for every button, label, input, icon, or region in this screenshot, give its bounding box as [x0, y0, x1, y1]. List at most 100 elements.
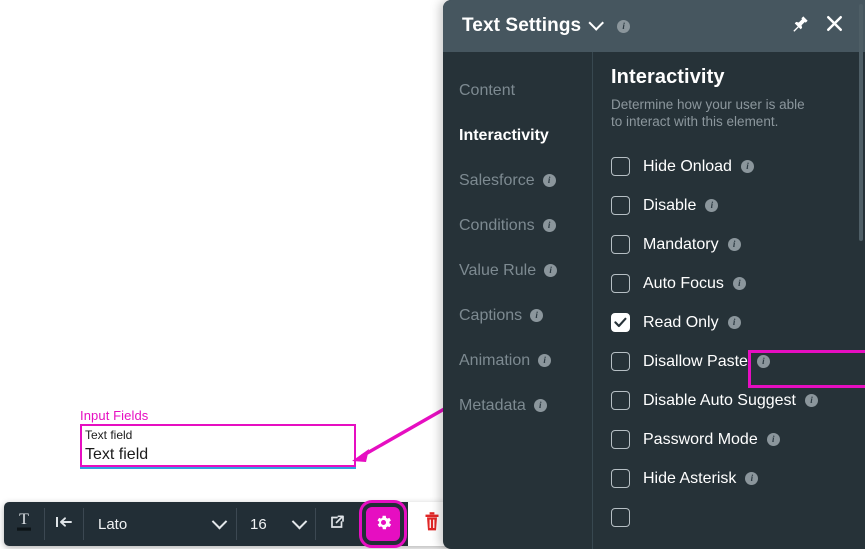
nav-item-metadata[interactable]: Metadata i: [443, 383, 592, 428]
option-read-only[interactable]: Read Only i: [611, 303, 865, 342]
text-format-button[interactable]: T: [4, 502, 44, 546]
check-icon: [614, 317, 627, 328]
checkbox[interactable]: [611, 235, 630, 254]
panel-nav: Content Interactivity Salesforce i Condi…: [443, 52, 593, 549]
option-disallow-paste[interactable]: Disallow Paste i: [611, 342, 865, 381]
info-icon[interactable]: i: [544, 264, 558, 277]
info-icon[interactable]: i: [617, 19, 631, 33]
option-label: Mandatory: [643, 235, 719, 253]
checkbox[interactable]: [611, 157, 630, 176]
info-icon[interactable]: i: [732, 277, 746, 290]
pin-icon: [792, 15, 809, 37]
open-external-button[interactable]: [316, 502, 358, 546]
option-disable[interactable]: Disable i: [611, 186, 865, 225]
nav-item-captions[interactable]: Captions i: [443, 293, 592, 338]
nav-item-conditions[interactable]: Conditions i: [443, 203, 592, 248]
checkbox[interactable]: [611, 274, 630, 293]
checkbox[interactable]: [611, 352, 630, 371]
panel-content: Interactivity Determine how your user is…: [593, 52, 865, 549]
option-auto-focus[interactable]: Auto Focus i: [611, 264, 865, 303]
option-label: Disable: [643, 196, 697, 214]
chevron-down-icon: [211, 513, 228, 529]
element-toolbar[interactable]: T Lato 16: [4, 500, 456, 548]
align-left-button[interactable]: [45, 502, 83, 546]
nav-item-label: Interactivity: [459, 126, 549, 144]
trash-icon: [422, 511, 442, 538]
panel-scrollbar[interactable]: [859, 4, 863, 241]
input-field-box[interactable]: Text field Text field: [80, 424, 356, 469]
input-field-underline: [80, 467, 356, 469]
chevron-down-icon[interactable]: [588, 14, 605, 31]
content-subtitle: Determine how your user is able to inter…: [611, 97, 805, 129]
info-icon[interactable]: i: [533, 399, 547, 412]
option-label: Read Only: [643, 313, 719, 331]
info-icon[interactable]: i: [727, 316, 741, 329]
option-label: Disable Auto Suggest: [643, 391, 796, 409]
input-fields-widget[interactable]: Input Fields Text field Text field: [80, 408, 356, 469]
align-left-icon: [54, 514, 74, 535]
info-icon[interactable]: i: [805, 394, 818, 407]
nav-item-label: Conditions: [459, 216, 535, 234]
option-mandatory[interactable]: Mandatory i: [611, 225, 865, 264]
font-size-select[interactable]: 16: [237, 502, 315, 546]
info-icon[interactable]: i: [530, 309, 544, 322]
text-settings-panel[interactable]: Text Settings i Content Interactivity Sa…: [443, 0, 865, 549]
option-disable-auto-suggest[interactable]: Disable Auto Suggest i: [611, 381, 865, 420]
info-icon[interactable]: i: [766, 433, 780, 446]
nav-item-label: Salesforce: [459, 171, 535, 189]
nav-item-animation[interactable]: Animation i: [443, 338, 592, 383]
panel-body: Content Interactivity Salesforce i Condi…: [443, 52, 865, 549]
checkbox[interactable]: [611, 196, 630, 215]
font-family-select[interactable]: Lato: [84, 502, 236, 546]
font-size-value: 16: [250, 515, 267, 533]
nav-item-label: Animation: [459, 351, 531, 369]
pin-button[interactable]: [785, 11, 815, 41]
nav-item-label: Content: [459, 81, 516, 99]
option-label: Hide Onload: [643, 157, 732, 175]
option-hide-asterisk[interactable]: Hide Asterisk i: [611, 459, 865, 498]
checkbox[interactable]: [611, 313, 630, 332]
nav-item-label: Value Rule: [459, 261, 537, 279]
chevron-down-icon: [291, 513, 308, 529]
info-icon[interactable]: i: [745, 472, 759, 485]
nav-item-content[interactable]: Content: [443, 68, 592, 113]
checkbox[interactable]: [611, 508, 630, 527]
option-row-partial[interactable]: [611, 498, 865, 537]
panel-title: Text Settings: [462, 15, 582, 36]
info-icon[interactable]: i: [756, 355, 770, 368]
content-heading: Interactivity: [611, 66, 725, 88]
nav-item-salesforce[interactable]: Salesforce i: [443, 158, 592, 203]
interactivity-options-list: Hide Onload i Disable i Mandatory i Auto…: [611, 147, 865, 537]
gear-icon: [374, 513, 393, 535]
option-label: Disallow Paste: [643, 352, 748, 370]
option-label: Auto Focus: [643, 274, 724, 292]
svg-text:T: T: [19, 511, 29, 528]
info-icon[interactable]: i: [705, 199, 719, 212]
settings-gear-button[interactable]: [359, 500, 407, 548]
info-icon[interactable]: i: [727, 238, 741, 251]
close-icon: [825, 14, 844, 38]
info-icon[interactable]: i: [538, 354, 552, 367]
nav-item-value-rule[interactable]: Value Rule i: [443, 248, 592, 293]
checkbox[interactable]: [611, 430, 630, 449]
option-label: Password Mode: [643, 430, 758, 448]
info-icon[interactable]: i: [542, 219, 556, 232]
info-icon[interactable]: i: [740, 160, 754, 173]
input-field-caption: Text field: [85, 428, 133, 442]
font-family-value: Lato: [98, 515, 128, 533]
checkbox[interactable]: [611, 469, 630, 488]
close-button[interactable]: [819, 11, 849, 41]
settings-button-wrapper: [358, 500, 408, 548]
nav-item-interactivity[interactable]: Interactivity: [443, 113, 592, 158]
option-hide-onload[interactable]: Hide Onload i: [611, 147, 865, 186]
external-link-icon: [328, 512, 347, 536]
nav-item-label: Captions: [459, 306, 523, 324]
nav-item-label: Metadata: [459, 396, 526, 414]
option-label: Hide Asterisk: [643, 469, 737, 487]
info-icon[interactable]: i: [542, 174, 556, 187]
text-format-icon: T: [14, 510, 34, 539]
input-fields-label: Input Fields: [80, 408, 149, 423]
checkbox[interactable]: [611, 391, 630, 410]
option-password-mode[interactable]: Password Mode i: [611, 420, 865, 459]
input-field-value[interactable]: Text field: [85, 444, 354, 466]
